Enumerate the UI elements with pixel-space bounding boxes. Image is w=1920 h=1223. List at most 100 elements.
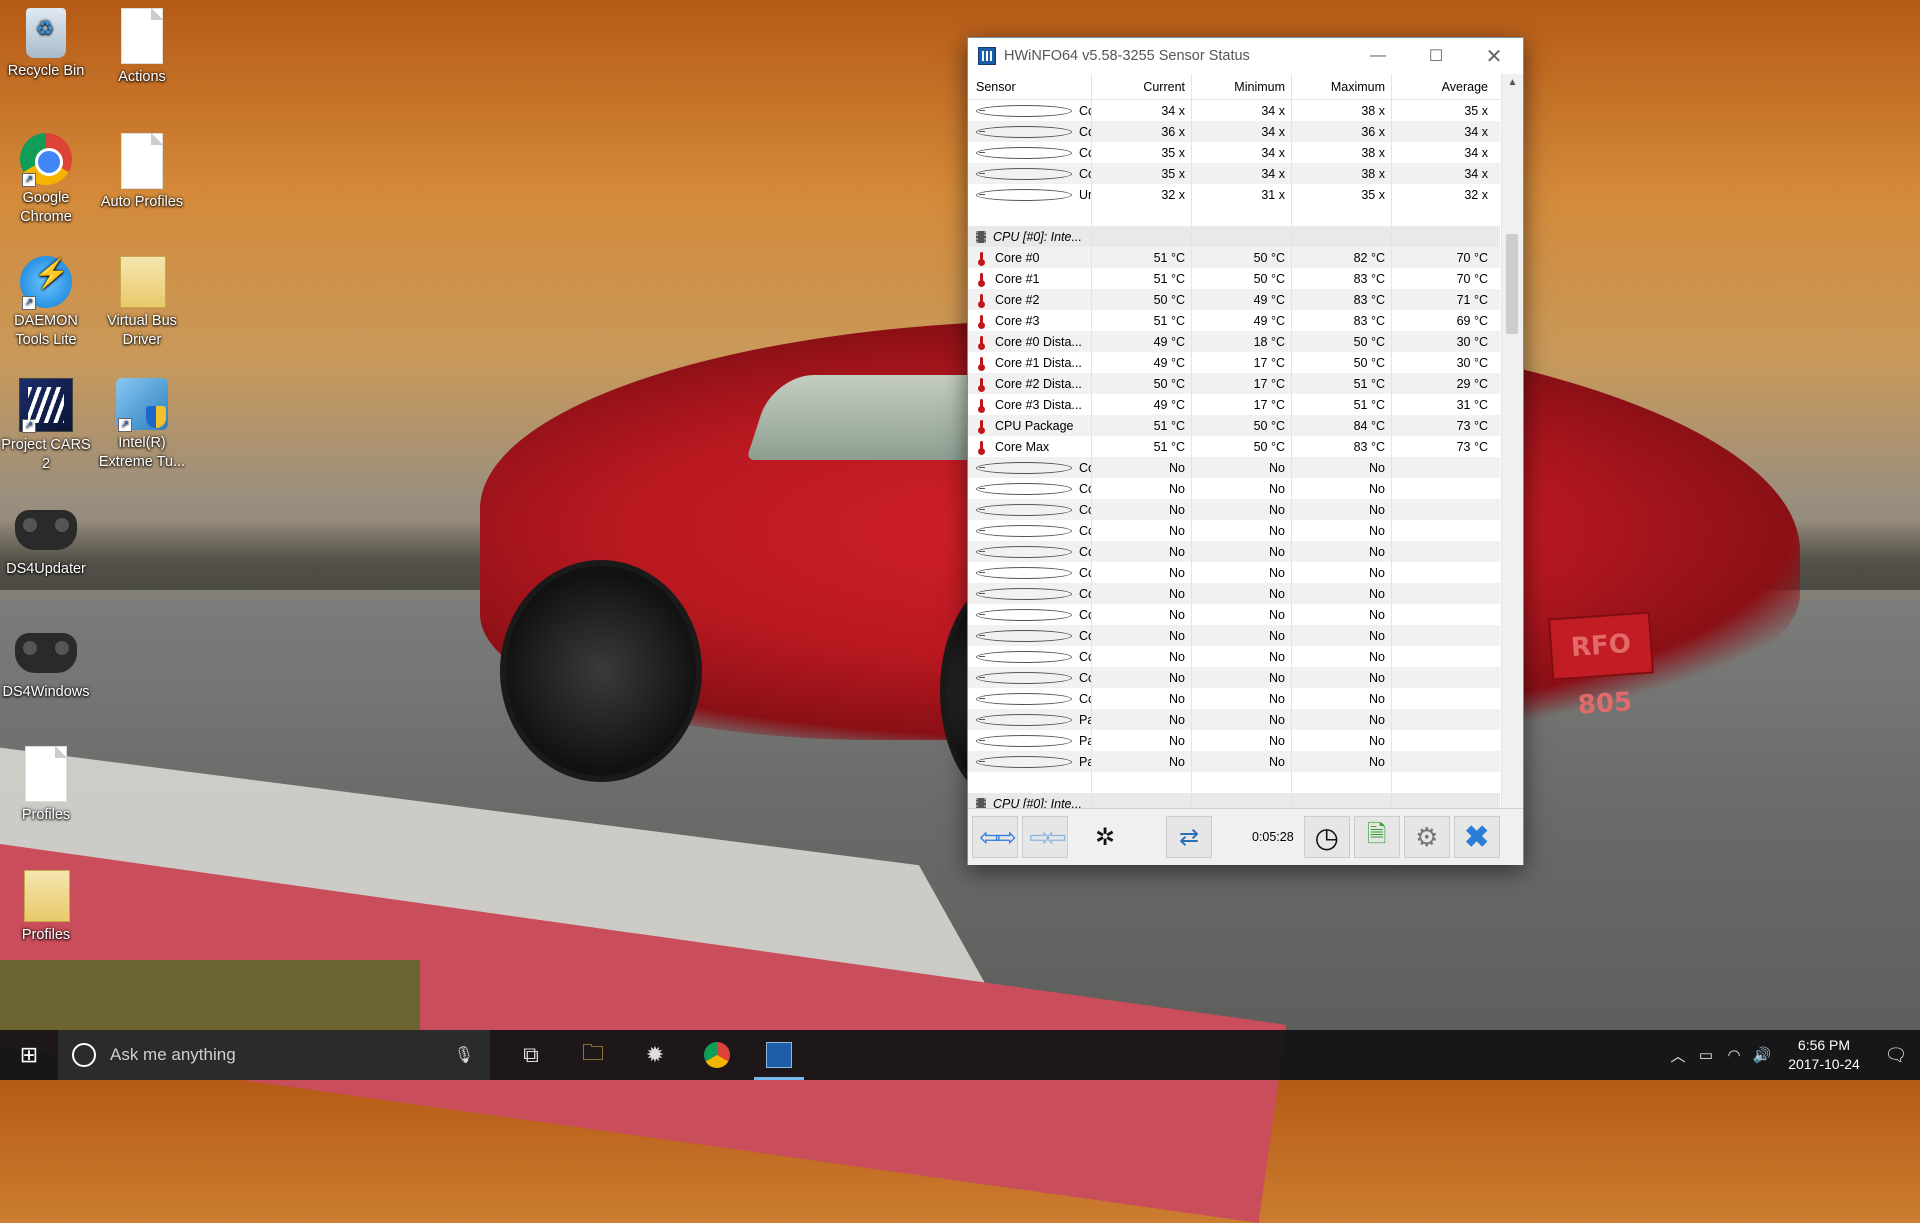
desktop-icon-recycle-bin[interactable]: Recycle Bin xyxy=(0,8,92,81)
sensor-row[interactable]: Package/Ring ...NoNoNo xyxy=(968,709,1500,730)
taskbar-file-explorer[interactable]: 🗀 xyxy=(562,1030,624,1080)
desktop-icon-auto-profiles[interactable]: Auto Profiles xyxy=(96,133,188,212)
sensor-row[interactable]: Core #1 51 °C 50 °C 83 °C 70 °C xyxy=(968,268,1500,289)
network-button[interactable]: ⇄ xyxy=(1166,816,1212,858)
thermometer-icon xyxy=(976,419,988,434)
desktop-icon-project-cars-2[interactable]: ↗ Project CARS 2 xyxy=(0,378,92,474)
sensor-row[interactable]: Core #0 Ther...NoNoNo xyxy=(968,457,1500,478)
sensor-current: 51 °C xyxy=(1092,415,1192,436)
clock-button[interactable]: ◷ xyxy=(1303,816,1350,858)
sensor-row[interactable]: Core #1 Critic...NoNoNo xyxy=(968,562,1500,583)
clock-icon xyxy=(976,671,1072,684)
desktop-icon-actions[interactable]: Actions xyxy=(96,8,188,87)
project-cars-icon: ↗ xyxy=(19,378,73,433)
sensor-row[interactable]: Core #0 Dista... 49 °C 18 °C 50 °C 30 °C xyxy=(968,331,1500,352)
expand-arrows-button[interactable]: ⇦⇨ xyxy=(972,816,1018,858)
column-header-average[interactable]: Average xyxy=(1392,74,1494,99)
window-titlebar[interactable]: HWiNFO64 v5.58-3255 Sensor Status — ☐ ✕ xyxy=(968,38,1523,74)
column-header-current[interactable]: Current xyxy=(1092,74,1192,99)
sensor-row[interactable]: Core #2 50 °C 49 °C 83 °C 71 °C xyxy=(968,289,1500,310)
column-header-sensor[interactable]: Sensor xyxy=(968,74,1092,99)
sensor-row[interactable]: Core #3 Ratio35 x34 x38 x34 x xyxy=(968,163,1500,184)
sensor-average xyxy=(1392,499,1494,520)
close-button[interactable]: ✕ xyxy=(1465,38,1523,74)
sensor-row[interactable]: Core #0 Critic...NoNoNo xyxy=(968,541,1500,562)
close-sensors-button[interactable]: ✖ xyxy=(1453,816,1500,858)
desktop-icon-profiles-file[interactable]: Profiles xyxy=(0,746,92,825)
fan-button[interactable]: ✲ xyxy=(1082,816,1128,858)
taskbar-hwinfo[interactable] xyxy=(748,1030,810,1080)
sensor-name: Core #1 Dista... xyxy=(968,352,1092,373)
scroll-up-icon[interactable]: ▲ xyxy=(1502,74,1523,92)
action-center-icon[interactable]: 🗨 xyxy=(1872,1045,1920,1066)
sensor-table[interactable]: Sensor Current Minimum Maximum Average C… xyxy=(968,74,1500,844)
desktop-icon-daemon-tools[interactable]: ↗ DAEMON Tools Lite xyxy=(0,256,92,350)
sensor-row[interactable]: Core #1 Ratio36 x34 x36 x34 x xyxy=(968,121,1500,142)
sensor-maximum: No xyxy=(1292,541,1392,562)
sensor-row[interactable]: Core #3 Powe...NoNoNo xyxy=(968,688,1500,709)
sensor-row[interactable]: Core #0 Ratio34 x34 x38 x35 x xyxy=(968,100,1500,121)
battery-icon[interactable]: ▭ xyxy=(1692,1046,1720,1064)
sensor-row[interactable]: Core #1 Dista... 49 °C 17 °C 50 °C 30 °C xyxy=(968,352,1500,373)
sensor-maximum: No xyxy=(1292,499,1392,520)
hwinfo-sensor-window[interactable]: HWiNFO64 v5.58-3255 Sensor Status — ☐ ✕ … xyxy=(967,37,1524,865)
maximize-button[interactable]: ☐ xyxy=(1407,38,1465,74)
clock-date: 2017-10-24 xyxy=(1788,1056,1860,1072)
sensor-maximum: 36 x xyxy=(1292,121,1392,142)
sensor-row[interactable]: Core #2 Ratio35 x34 x38 x34 x xyxy=(968,142,1500,163)
sensor-row[interactable]: Package/Ring ...NoNoNo xyxy=(968,730,1500,751)
taskbar-clock[interactable]: 6:56 PM 2017-10-24 xyxy=(1776,1036,1872,1074)
sensor-average: 70 °C xyxy=(1456,271,1488,286)
sensor-name: Core #3 Ther... xyxy=(968,520,1092,541)
sensor-minimum: No xyxy=(1192,478,1292,499)
start-button[interactable]: ⊞ xyxy=(0,1030,58,1080)
sensor-maximum: No xyxy=(1292,709,1392,730)
scroll-thumb[interactable] xyxy=(1506,234,1518,334)
taskbar-chrome[interactable] xyxy=(686,1030,748,1080)
sensor-row[interactable]: Core #1 Ther...NoNoNo xyxy=(968,478,1500,499)
sensor-row[interactable]: Core #2 Ther...NoNoNo xyxy=(968,499,1500,520)
task-view-button[interactable]: ⧉ xyxy=(500,1030,562,1080)
sensor-average: 30 °C xyxy=(1456,355,1488,370)
desktop-icon-intel-xtu[interactable]: ↗ Intel(R) Extreme Tu... xyxy=(96,378,188,472)
minimize-button[interactable]: — xyxy=(1349,38,1407,74)
column-header-minimum[interactable]: Minimum xyxy=(1192,74,1292,99)
sensor-row[interactable]: Core #2 Powe...NoNoNo xyxy=(968,667,1500,688)
sensor-row[interactable]: Core #2 Dista... 50 °C 17 °C 51 °C 29 °C xyxy=(968,373,1500,394)
vertical-scrollbar[interactable]: ▲ ▼ xyxy=(1501,74,1523,844)
collapse-arrows-button[interactable]: ⇨⇦ xyxy=(1022,816,1068,858)
settings-gear-icon: ⚙ xyxy=(1415,821,1439,852)
microphone-icon[interactable]: 🎙 xyxy=(454,1045,474,1065)
show-hidden-icons-chevron-icon[interactable]: ︿ xyxy=(1664,1045,1692,1066)
desktop-icon-google-chrome[interactable]: ↗ Google Chrome xyxy=(0,133,92,227)
volume-icon[interactable]: 🔊 xyxy=(1748,1046,1776,1064)
column-header-maximum[interactable]: Maximum xyxy=(1292,74,1392,99)
desktop-icon-virtual-bus-driver[interactable]: Virtual Bus Driver xyxy=(96,256,188,350)
log-button[interactable]: 🗎 xyxy=(1353,816,1400,858)
sensor-row[interactable]: Core Max 51 °C 50 °C 83 °C 73 °C xyxy=(968,436,1500,457)
sensor-name: Package/Ring ... xyxy=(968,751,1092,772)
sensor-row[interactable]: Core #3 Critic...NoNoNo xyxy=(968,604,1500,625)
cortana-search-box[interactable]: Ask me anything 🎙 xyxy=(58,1030,490,1080)
sensor-group-row[interactable]: CPU [#0]: Inte... xyxy=(968,226,1500,247)
sensor-row[interactable]: Package/Ring ...NoNoNo xyxy=(968,751,1500,772)
desktop-icon-ds4updater[interactable]: DS4Updater xyxy=(0,504,92,579)
sensor-row[interactable]: Core #0 Powe...NoNoNo xyxy=(968,625,1500,646)
sensor-row[interactable]: Core #0 51 °C 50 °C 82 °C 70 °C xyxy=(968,247,1500,268)
sensor-row[interactable]: Core #3 Ther...NoNoNo xyxy=(968,520,1500,541)
sensor-row[interactable]: Uncore Ratio32 x31 x35 x32 x xyxy=(968,184,1500,205)
taskbar-app-settings[interactable]: ✹ xyxy=(624,1030,686,1080)
desktop-icon-ds4windows[interactable]: DS4Windows xyxy=(0,627,92,702)
sensor-row[interactable]: Core #3 Dista... 49 °C 17 °C 51 °C 31 °C xyxy=(968,394,1500,415)
settings-button[interactable]: ⚙ xyxy=(1403,816,1450,858)
sensor-maximum xyxy=(1292,205,1392,226)
sensor-average xyxy=(1392,457,1494,478)
wifi-icon[interactable]: ◠ xyxy=(1720,1046,1748,1064)
sensor-row[interactable]: Core #3 51 °C 49 °C 83 °C 69 °C xyxy=(968,310,1500,331)
sensor-name: Core #1 Critic... xyxy=(968,562,1092,583)
sensor-maximum: 84 °C xyxy=(1292,415,1392,436)
desktop-icon-profiles-folder[interactable]: Profiles xyxy=(0,870,92,945)
sensor-row[interactable]: CPU Package 51 °C 50 °C 84 °C 73 °C xyxy=(968,415,1500,436)
sensor-row[interactable]: Core #1 Powe...NoNoNo xyxy=(968,646,1500,667)
sensor-row[interactable]: Core #2 Critic...NoNoNo xyxy=(968,583,1500,604)
